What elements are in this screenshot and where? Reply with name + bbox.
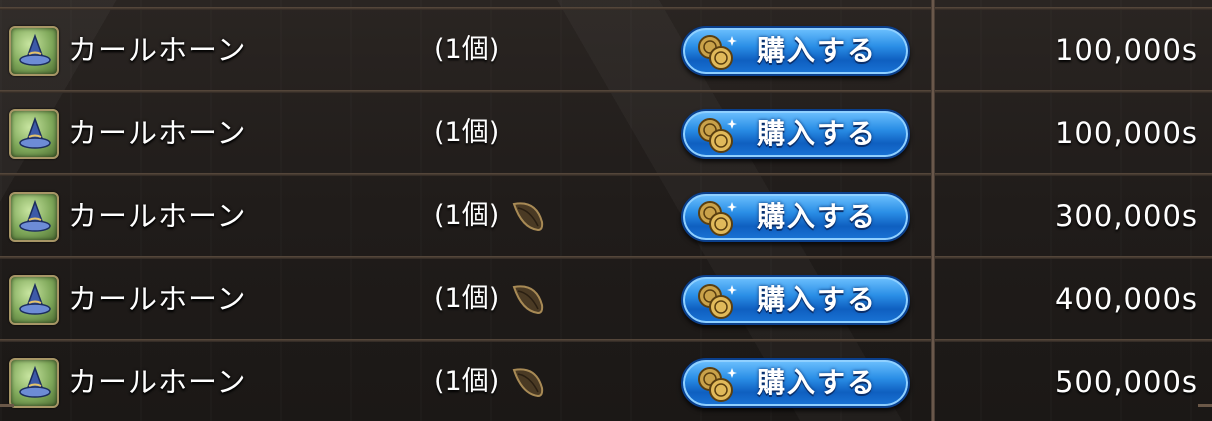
item-price: 300,000s — [1054, 199, 1198, 233]
item-name: カールホーン — [68, 116, 247, 150]
wizard-hat-icon — [9, 26, 59, 76]
seed-icon — [512, 202, 544, 232]
buy-button[interactable]: 購入する — [681, 109, 910, 159]
item-name: カールホーン — [68, 365, 247, 399]
item-price: 100,000s — [1054, 116, 1198, 150]
shop-row: カールホーン (1個) 購入する 100,000s — [0, 7, 1212, 87]
seed-icon — [512, 285, 544, 315]
buy-button-label: 購入する — [757, 366, 878, 399]
frame-corner — [1198, 404, 1212, 421]
buy-button-label: 購入する — [757, 34, 878, 67]
buy-button-label: 購入する — [757, 200, 878, 233]
column-divider — [931, 0, 935, 421]
wizard-hat-icon — [9, 192, 59, 242]
coin-icon — [698, 118, 737, 153]
shop-row: カールホーン (1個) 購入する 500,000s — [0, 339, 1212, 419]
item-quantity: (1個) — [434, 200, 500, 231]
buy-button[interactable]: 購入する — [681, 275, 910, 325]
shop-list: カールホーン (1個) 購入する 100,000s カールホーン (1個) 購入… — [0, 0, 1212, 421]
wizard-hat-icon — [9, 109, 59, 159]
item-name: カールホーン — [68, 33, 247, 67]
buy-button[interactable]: 購入する — [681, 26, 910, 76]
buy-button[interactable]: 購入する — [681, 192, 910, 242]
buy-button[interactable]: 購入する — [681, 358, 910, 408]
coin-icon — [698, 201, 737, 236]
wizard-hat-icon — [9, 275, 59, 325]
shop-row: カールホーン (1個) 購入する 300,000s — [0, 173, 1212, 253]
seed-icon — [512, 368, 544, 398]
shop-row: カールホーン (1個) 購入する 400,000s — [0, 256, 1212, 336]
coin-icon — [698, 284, 737, 319]
item-name: カールホーン — [68, 199, 247, 233]
item-price: 500,000s — [1054, 365, 1198, 399]
item-price: 100,000s — [1054, 33, 1198, 67]
wizard-hat-icon — [9, 358, 59, 408]
item-quantity: (1個) — [434, 366, 500, 397]
item-quantity: (1個) — [434, 117, 500, 148]
item-quantity: (1個) — [434, 34, 500, 65]
buy-button-label: 購入する — [757, 117, 878, 150]
shop-row: カールホーン (1個) 購入する 100,000s — [0, 90, 1212, 170]
coin-icon — [698, 35, 737, 70]
item-name: カールホーン — [68, 282, 247, 316]
frame-corner — [0, 404, 14, 421]
item-price: 400,000s — [1054, 282, 1198, 316]
coin-icon — [698, 367, 737, 402]
buy-button-label: 購入する — [757, 283, 878, 316]
item-quantity: (1個) — [434, 283, 500, 314]
